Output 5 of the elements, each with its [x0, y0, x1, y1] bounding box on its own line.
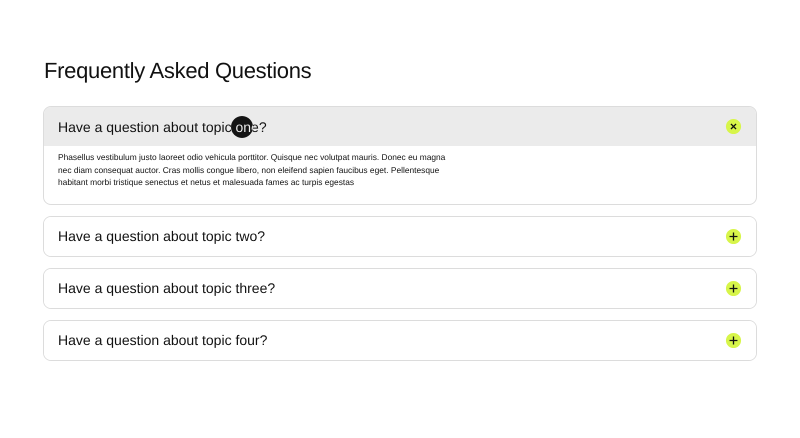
faq-question[interactable]: Have a question about topic three? [44, 268, 756, 308]
faq-title: Frequently Asked Questions [44, 58, 312, 84]
faq-question[interactable]: Have a question about topic two? [44, 216, 756, 256]
faq-question[interactable]: Have a question about topic four? [44, 320, 756, 360]
faq-answer: Phasellus vestibulum justo laoreet odio vehicula porttitor. Quisque nec volutpat mauris. Donec eu magna nec diam consequat auctor. Cras mollis congue libero, non eleifend sapien faucibus eget. Pellentesque habitant morbi tristique senectus et netus et malesuada fames ac turpis egestas [57, 151, 446, 190]
